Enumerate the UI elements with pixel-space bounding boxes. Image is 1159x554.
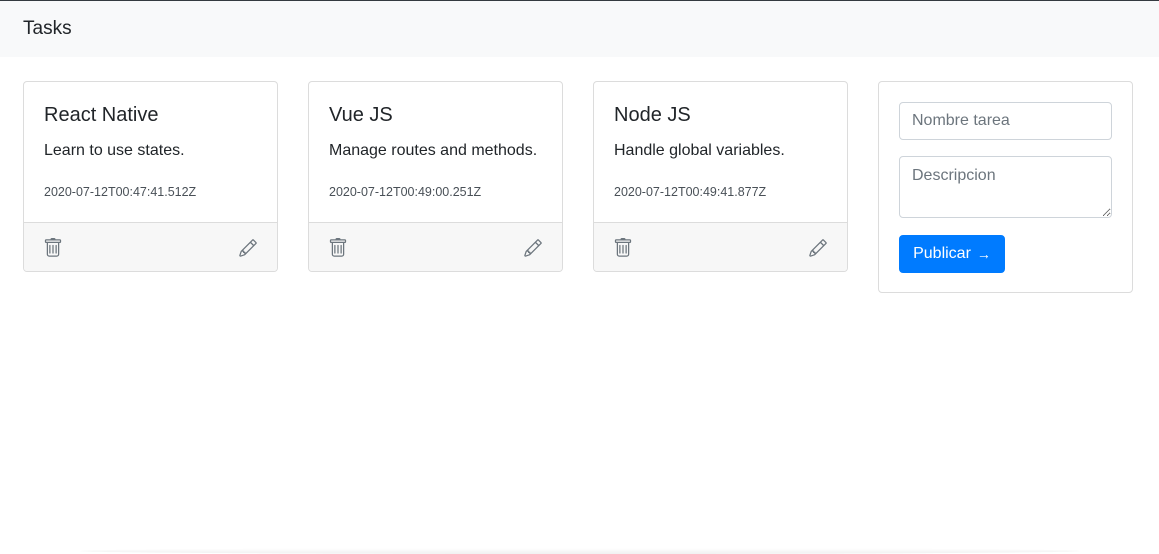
delete-task-button[interactable] bbox=[328, 238, 348, 258]
task-title: React Native bbox=[44, 104, 159, 126]
task-description: Learn to use states. bbox=[44, 142, 185, 159]
task-card: React Native Learn to use states. 2020-0… bbox=[23, 81, 278, 272]
task-card: Node JS Handle global variables. 2020-07… bbox=[593, 81, 848, 272]
publish-button[interactable]: Publicar → bbox=[899, 235, 1005, 273]
card-body: Vue JS Manage routes and methods. 2020-0… bbox=[309, 82, 562, 222]
new-task-form: Publicar → bbox=[878, 81, 1133, 293]
task-date: 2020-07-12T00:47:41.512Z bbox=[44, 185, 197, 199]
card-body: Node JS Handle global variables. 2020-07… bbox=[594, 82, 847, 222]
bottom-shadow bbox=[80, 548, 1080, 554]
task-title: Vue JS bbox=[329, 104, 393, 126]
delete-task-button[interactable] bbox=[613, 238, 633, 258]
edit-task-button[interactable] bbox=[808, 238, 828, 258]
task-title: Node JS bbox=[614, 104, 691, 126]
pencil-icon bbox=[809, 239, 827, 257]
arrow-right-icon: → bbox=[976, 246, 991, 262]
task-date: 2020-07-12T00:49:00.251Z bbox=[329, 185, 482, 199]
card-footer bbox=[309, 222, 562, 271]
trash-icon bbox=[44, 238, 62, 257]
pencil-icon bbox=[524, 239, 542, 257]
navbar-brand[interactable]: Tasks bbox=[23, 17, 72, 41]
card-footer bbox=[24, 222, 277, 271]
edit-task-button[interactable] bbox=[523, 238, 543, 258]
publish-button-label: Publicar bbox=[913, 245, 971, 262]
task-description: Manage routes and methods. bbox=[329, 142, 538, 159]
trash-icon bbox=[614, 238, 632, 257]
task-description-input[interactable] bbox=[899, 156, 1112, 218]
pencil-icon bbox=[239, 239, 257, 257]
navbar: Tasks bbox=[0, 0, 1159, 57]
trash-icon bbox=[329, 238, 347, 257]
edit-task-button[interactable] bbox=[238, 238, 258, 258]
card-body: React Native Learn to use states. 2020-0… bbox=[24, 82, 277, 222]
card-footer bbox=[594, 222, 847, 271]
task-name-input[interactable] bbox=[899, 102, 1112, 140]
delete-task-button[interactable] bbox=[43, 238, 63, 258]
task-card: Vue JS Manage routes and methods. 2020-0… bbox=[308, 81, 563, 272]
task-date: 2020-07-12T00:49:41.877Z bbox=[614, 185, 767, 199]
task-description: Handle global variables. bbox=[614, 142, 785, 159]
